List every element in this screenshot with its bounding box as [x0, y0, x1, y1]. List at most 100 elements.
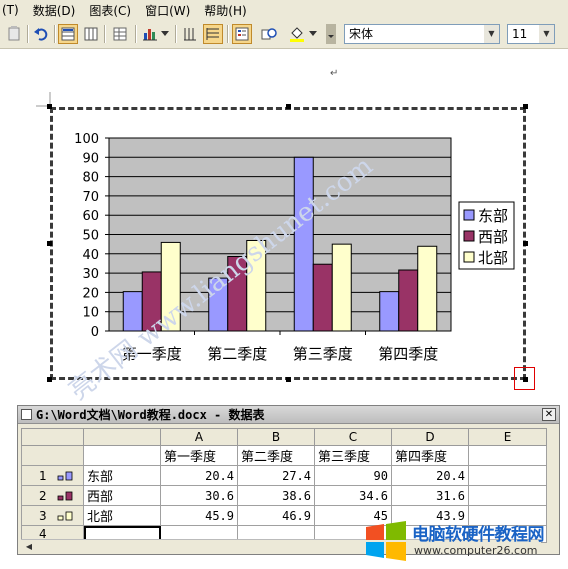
by-row-icon[interactable] [58, 24, 78, 44]
series-label-cell[interactable]: 西部 [83, 485, 161, 506]
toolbar-separator [135, 25, 137, 43]
column-header-b[interactable]: B [237, 428, 315, 446]
resize-handle[interactable] [47, 377, 52, 382]
resize-handle[interactable] [286, 377, 291, 382]
cell[interactable]: 20.4 [160, 465, 238, 486]
y-tick-label: 30 [82, 267, 99, 282]
font-name-value: 宋体 [349, 27, 374, 41]
x-tick-label: 第四季度 [378, 345, 438, 363]
series-label-cell[interactable]: 东部 [83, 465, 161, 486]
toolbar-separator [104, 25, 106, 43]
legend-label: 北部 [478, 249, 508, 267]
legend-icon[interactable] [232, 24, 252, 44]
cell[interactable]: 30.6 [160, 485, 238, 506]
toolbar-separator [227, 25, 229, 43]
bar [331, 243, 352, 332]
datasheet-icon [21, 409, 32, 420]
toolbar-separator [175, 25, 177, 43]
format-icon[interactable] [259, 24, 279, 44]
corner-cell[interactable] [21, 428, 84, 446]
bar [379, 291, 400, 332]
font-size-combo[interactable]: 11 ▼ [507, 24, 555, 44]
datasheet-title: G:\Word文档\Word教程.docx - 数据表 [36, 408, 265, 422]
brand-url[interactable]: www.computer26.com [414, 544, 538, 557]
horizontal-gridlines-icon[interactable] [203, 24, 223, 44]
table-row: 1 东部 20.4 27.4 90 20.4 [21, 465, 547, 486]
chart-type-icon[interactable] [140, 24, 160, 44]
cell[interactable]: 第三季度 [314, 445, 392, 466]
chevron-down-icon[interactable]: ▼ [539, 25, 554, 43]
column-header-c[interactable]: C [314, 428, 392, 446]
cell[interactable]: 27.4 [237, 465, 315, 486]
paste-icon[interactable] [4, 24, 24, 44]
menu-help[interactable]: 帮助(H) [204, 2, 246, 19]
font-size-value: 11 [512, 27, 528, 41]
resize-handle[interactable] [523, 241, 528, 246]
chart-toolbar: 宋体 ▼ 11 ▼ [0, 20, 568, 49]
cell[interactable]: 34.6 [314, 485, 392, 506]
row-header-3[interactable]: 3 [21, 505, 84, 526]
menu-window[interactable]: 窗口(W) [145, 2, 190, 19]
cell[interactable]: 45.9 [160, 505, 238, 526]
series-label-cell[interactable]: 北部 [83, 505, 161, 526]
table-row: 2 西部 30.6 38.6 34.6 31.6 [21, 485, 547, 506]
row-header-empty[interactable] [21, 445, 84, 466]
paragraph-mark: ↵ [330, 68, 339, 79]
x-tick-label: 第二季度 [207, 345, 267, 363]
by-column-icon[interactable] [81, 24, 101, 44]
column-header-e[interactable]: E [468, 428, 547, 446]
cell[interactable]: 第一季度 [160, 445, 238, 466]
vertical-gridlines-icon[interactable] [180, 24, 200, 44]
cell[interactable]: 第四季度 [391, 445, 469, 466]
y-tick-label: 60 [82, 209, 99, 224]
toolbar-separator [54, 25, 56, 43]
y-tick-label: 70 [82, 190, 99, 205]
windows-logo-icon [366, 521, 406, 561]
row-header-1[interactable]: 1 [21, 465, 84, 486]
site-brand-badge: 电脑软硬件教程网 www.computer26.com [362, 515, 568, 565]
row-header-2[interactable]: 2 [21, 485, 84, 506]
font-name-combo[interactable]: 宋体 ▼ [344, 24, 500, 44]
y-tick-label: 0 [91, 325, 99, 340]
cell[interactable] [468, 465, 547, 486]
scroll-left-icon[interactable]: ◀ [23, 541, 35, 552]
resize-handle[interactable] [47, 104, 52, 109]
menu-chart[interactable]: 图表(C) [89, 2, 131, 19]
legend-label: 东部 [478, 207, 508, 225]
menu-data[interactable]: 数据(D) [33, 2, 76, 19]
undo-icon[interactable] [31, 24, 51, 44]
cell[interactable]: 46.9 [237, 505, 315, 526]
toolbar-separator [27, 25, 29, 43]
table-icon[interactable] [110, 24, 130, 44]
legend-label: 西部 [478, 228, 508, 246]
datasheet-title-bar: G:\Word文档\Word教程.docx - 数据表 [18, 406, 559, 424]
cell[interactable] [468, 445, 547, 466]
cell[interactable]: 第二季度 [237, 445, 315, 466]
y-tick-label: 90 [82, 151, 99, 166]
y-tick-label: 50 [82, 229, 99, 244]
close-icon[interactable]: ✕ [542, 408, 556, 421]
resize-handle[interactable] [47, 241, 52, 246]
bar [398, 269, 419, 332]
cell[interactable]: 31.6 [391, 485, 469, 506]
cell[interactable] [83, 445, 161, 466]
toolbar-overflow-icon[interactable] [326, 24, 336, 44]
cell[interactable] [468, 485, 547, 506]
cell[interactable]: 20.4 [391, 465, 469, 486]
chevron-down-icon[interactable]: ▼ [484, 25, 499, 43]
category-row: 第一季度 第二季度 第三季度 第四季度 [21, 445, 547, 466]
chart-type-dropdown-icon[interactable] [160, 24, 170, 44]
resize-handle[interactable] [286, 104, 291, 109]
fill-color-dropdown-icon[interactable] [308, 24, 318, 44]
menu-bar: (T) 数据(D) 图表(C) 窗口(W) 帮助(H) [0, 0, 568, 20]
column-letter-row: A B C D E [21, 428, 547, 446]
cell[interactable]: 38.6 [237, 485, 315, 506]
menu-tools[interactable]: (T) [2, 3, 19, 17]
cell[interactable]: 90 [314, 465, 392, 486]
fill-color-icon[interactable] [287, 24, 307, 44]
column-header-d[interactable]: D [391, 428, 469, 446]
column-header-label [83, 428, 161, 446]
resize-handle[interactable] [523, 104, 528, 109]
column-header-a[interactable]: A [160, 428, 238, 446]
brand-name: 电脑软硬件教程网 [412, 525, 545, 545]
